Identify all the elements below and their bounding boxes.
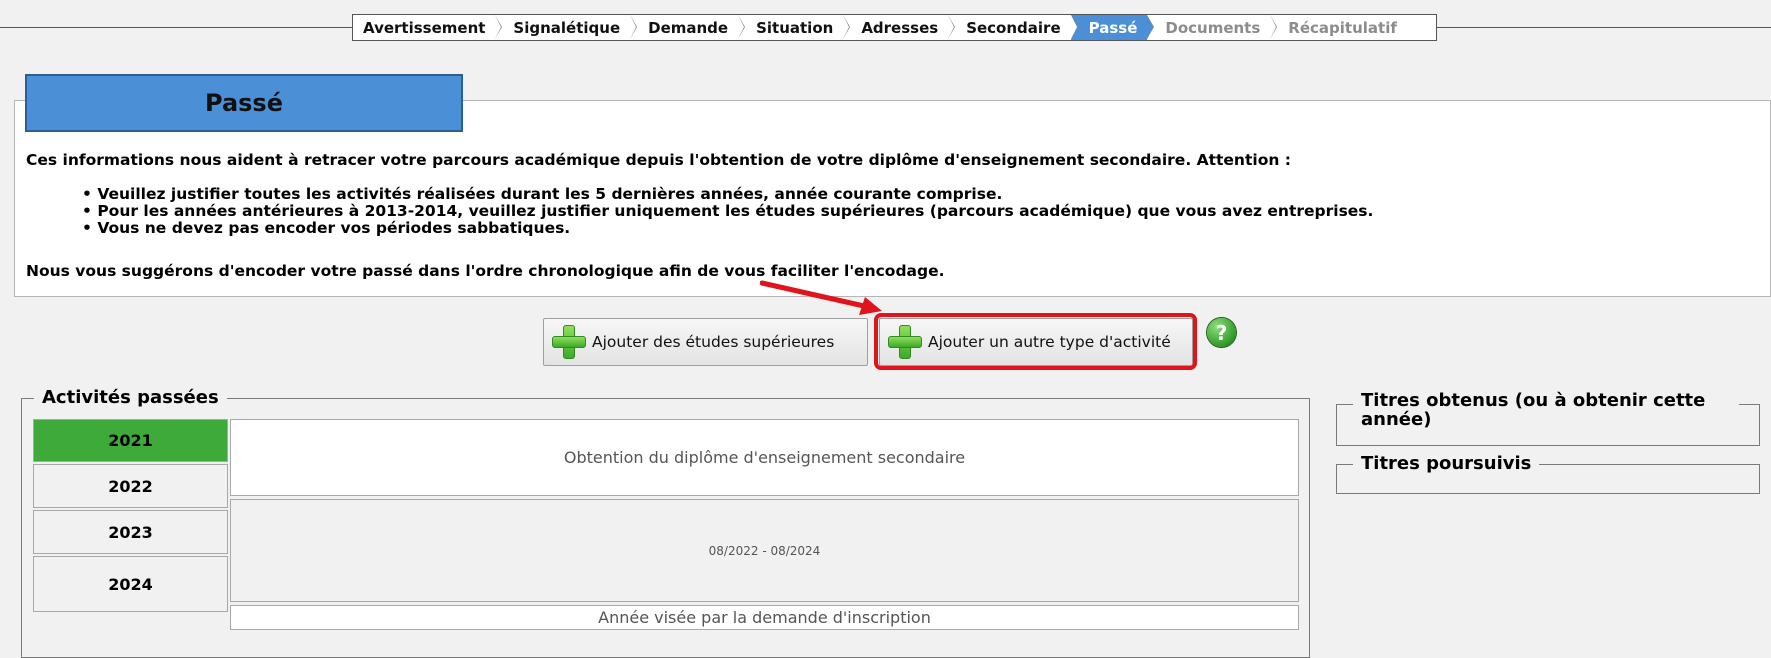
instruction-item: Veuillez justifier toutes les activités …	[82, 186, 1373, 203]
wizard-line-right	[1437, 27, 1771, 28]
activity-secondary-diploma[interactable]: Obtention du diplôme d'enseignement seco…	[230, 419, 1299, 496]
wizard-steps: Avertissement Signalétique Demande Situa…	[352, 14, 1437, 41]
year-2021[interactable]: 2021	[33, 419, 228, 462]
step-recapitulatif: Récapitulatif	[1270, 15, 1407, 40]
titles-obtained-panel: Titres obtenus (ou à obtenir cette année…	[1336, 391, 1760, 446]
year-2023[interactable]: 2023	[33, 510, 228, 554]
step-avertissement[interactable]: Avertissement	[353, 15, 503, 40]
instruction-list: Veuillez justifier toutes les activités …	[82, 186, 1373, 237]
step-demande[interactable]: Demande	[630, 15, 746, 40]
year-2024[interactable]: 2024	[33, 556, 228, 612]
instruction-item: Pour les années antérieures à 2013-2014,…	[82, 203, 1373, 220]
intro-text: Ces informations nous aident à retracer …	[26, 151, 1291, 169]
step-signaletique[interactable]: Signalétique	[495, 15, 637, 40]
add-higher-studies-label: Ajouter des études supérieures	[592, 333, 835, 351]
add-other-activity-button[interactable]: Ajouter un autre type d'activité	[879, 318, 1193, 366]
activity-target-year: Année visée par la demande d'inscription	[230, 605, 1299, 630]
plus-icon	[552, 325, 586, 359]
help-icon[interactable]: ?	[1207, 318, 1236, 347]
titles-obtained-legend: Titres obtenus (ou à obtenir cette année…	[1353, 391, 1739, 429]
wizard-line-left	[0, 27, 352, 28]
past-activities-legend: Activités passées	[34, 388, 227, 408]
add-other-activity-label: Ajouter un autre type d'activité	[928, 333, 1171, 351]
instruction-item: Vous ne devez pas encoder vos périodes s…	[82, 220, 1373, 237]
step-passe[interactable]: Passé	[1070, 15, 1155, 40]
step-secondaire[interactable]: Secondaire	[948, 15, 1079, 40]
step-documents: Documents	[1147, 15, 1278, 40]
year-2022[interactable]: 2022	[33, 464, 228, 508]
activity-period[interactable]: 08/2022 - 08/2024	[230, 499, 1299, 602]
suggestion-text: Nous vous suggérons d'encoder votre pass…	[26, 262, 945, 280]
step-situation[interactable]: Situation	[738, 15, 851, 40]
step-adresses[interactable]: Adresses	[843, 15, 956, 40]
plus-icon	[888, 325, 922, 359]
titles-pursued-legend: Titres poursuivis	[1353, 454, 1540, 474]
page-title: Passé	[25, 74, 463, 132]
past-activities-panel: Activités passées 2021 2022 2023 2024 Ob…	[21, 388, 1310, 658]
add-higher-studies-button[interactable]: Ajouter des études supérieures	[543, 318, 868, 366]
titles-pursued-panel: Titres poursuivis	[1336, 454, 1760, 494]
